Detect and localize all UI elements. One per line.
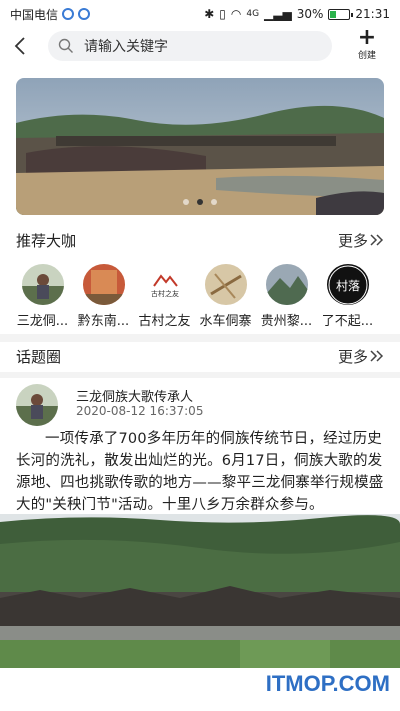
sync-icon bbox=[78, 8, 91, 20]
expert-item[interactable]: 古村之友 古村之友 bbox=[134, 264, 195, 328]
battery-icon bbox=[328, 8, 354, 20]
expert-name: 三龙侗... bbox=[16, 313, 69, 328]
vibrate-icon: ▯ bbox=[219, 7, 226, 21]
experts-section-header: 推荐大咖 更多 bbox=[0, 225, 400, 255]
post-content[interactable]: 一项传承了700多年历年的侗族传统节日，经过历史长河的洗礼，散发出灿烂的光。6月… bbox=[16, 428, 386, 516]
post-timestamp: 2020-08-12 16:37:05 bbox=[76, 404, 204, 418]
banner-dot-active[interactable] bbox=[197, 199, 203, 205]
expert-name: 黔东南... bbox=[77, 313, 130, 328]
banner-dot[interactable] bbox=[211, 199, 217, 205]
search-icon bbox=[58, 38, 73, 53]
experts-list: 三龙侗... 黔东南... 古村之友 古村之友 水车侗寨 贵州黎... 村落 了… bbox=[0, 264, 400, 328]
expert-name: 古村之友 bbox=[138, 313, 191, 328]
wifi-icon: ◠ bbox=[230, 7, 242, 21]
banner-image bbox=[16, 78, 384, 215]
expert-name: 了不起... bbox=[321, 313, 374, 328]
topics-section-header: 话题圈 更多 bbox=[0, 341, 400, 371]
experts-more-link[interactable]: 更多 bbox=[338, 230, 384, 251]
chevron-left-icon bbox=[14, 37, 25, 55]
post-author[interactable]: 三龙侗族大歌传承人 bbox=[76, 386, 193, 405]
back-button[interactable] bbox=[2, 28, 38, 64]
create-button[interactable]: + 创建 bbox=[352, 25, 382, 64]
expert-item[interactable]: 贵州黎... bbox=[256, 264, 317, 328]
section-divider bbox=[0, 372, 400, 378]
banner-dot[interactable] bbox=[183, 199, 189, 205]
section-title: 推荐大咖 bbox=[16, 231, 77, 250]
post-header[interactable]: 三龙侗族大歌传承人 2020-08-12 16:37:05 bbox=[16, 384, 384, 426]
expert-item[interactable]: 黔东南... bbox=[73, 264, 134, 328]
expert-name: 水车侗寨 bbox=[199, 313, 252, 328]
avatar-logo: 村落 bbox=[326, 264, 369, 305]
watermark-text: ITMOP.COM bbox=[265, 671, 390, 696]
avatar-logo: 古村之友 bbox=[143, 264, 186, 305]
avatar bbox=[204, 264, 247, 305]
banner-pagination bbox=[16, 199, 384, 205]
topics-more-link[interactable]: 更多 bbox=[338, 346, 384, 367]
battery-percent: 30% bbox=[296, 7, 324, 21]
plus-icon: + bbox=[357, 25, 377, 50]
avatar bbox=[82, 264, 125, 305]
expert-item[interactable]: 水车侗寨 bbox=[195, 264, 256, 328]
logo-text: 古村之友 bbox=[151, 289, 179, 298]
create-label: 创建 bbox=[357, 51, 376, 61]
banner-carousel[interactable] bbox=[16, 78, 384, 215]
bluetooth-icon: ✱ bbox=[204, 7, 215, 21]
search-placeholder: 请输入关键字 bbox=[84, 39, 168, 55]
more-label: 更多 bbox=[337, 347, 368, 366]
expert-name: 贵州黎... bbox=[260, 313, 313, 328]
search-input[interactable]: 请输入关键字 bbox=[48, 31, 332, 61]
badge-text: 村落 bbox=[335, 279, 359, 293]
signal-label: 4G bbox=[246, 9, 260, 19]
section-title: 话题圈 bbox=[16, 347, 62, 366]
more-label: 更多 bbox=[337, 231, 368, 250]
avatar bbox=[21, 264, 64, 305]
carrier-label: 中国电信 bbox=[10, 7, 59, 22]
status-bar: 中国电信 ✱ ▯ ◠ 4G ▁▃▅ 30% 21:31 bbox=[0, 0, 400, 28]
post-image[interactable] bbox=[0, 514, 400, 668]
expert-item[interactable]: 三龙侗... bbox=[12, 264, 73, 328]
avatar bbox=[265, 264, 308, 305]
expert-item[interactable]: 村落 了不起... bbox=[317, 264, 378, 328]
double-chevron-right-icon bbox=[370, 234, 384, 246]
clock: 21:31 bbox=[355, 7, 390, 21]
notification-icon bbox=[62, 8, 75, 20]
author-avatar[interactable] bbox=[16, 384, 58, 426]
top-header: 请输入关键字 + 创建 bbox=[0, 25, 400, 64]
signal-icon: ▁▃▅ bbox=[264, 7, 292, 21]
double-chevron-right-icon bbox=[370, 350, 384, 362]
